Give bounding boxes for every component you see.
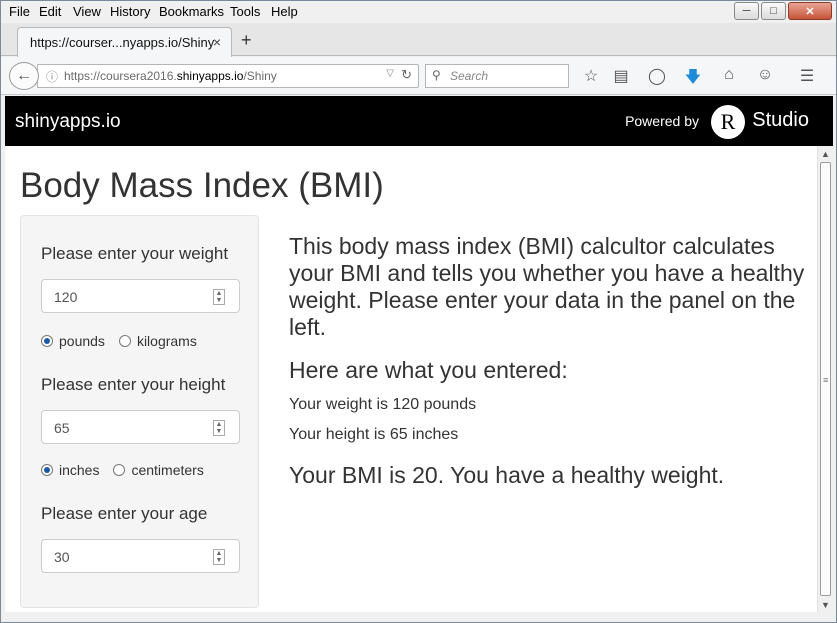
- intro-text: This body mass index (BMI) calcultor cal…: [289, 233, 805, 340]
- radio-label: centimeters: [131, 462, 204, 478]
- menu-edit[interactable]: Edit: [39, 4, 61, 19]
- spin-down-icon[interactable]: ▼: [214, 428, 224, 435]
- tab-close-icon[interactable]: ×: [213, 34, 221, 50]
- url-dropdown-icon[interactable]: ▽: [386, 68, 394, 79]
- menu-file[interactable]: File: [9, 4, 30, 19]
- search-placeholder: Search: [450, 69, 489, 83]
- menu-bar: File Edit View History Bookmarks Tools H…: [1, 1, 836, 23]
- app-header: shinyapps.io Powered by R Studio: [5, 96, 833, 146]
- menu-bookmarks[interactable]: Bookmarks: [159, 4, 224, 19]
- weight-unit-radios: pounds kilograms: [41, 333, 197, 349]
- studio-text: Studio: [752, 109, 809, 131]
- bmi-result: Your BMI is 20. You have a healthy weigh…: [289, 462, 725, 488]
- url-path: /Shiny: [243, 69, 277, 83]
- scroll-thumb[interactable]: ≡: [820, 162, 831, 596]
- age-spinner[interactable]: ▲ ▼: [213, 549, 225, 565]
- tab-title: https://courser...nyapps.io/Shiny: [30, 35, 215, 50]
- result-panel: This body mass index (BMI) calcultor cal…: [289, 233, 819, 489]
- weight-label: Please enter your weight: [41, 244, 229, 263]
- weight-result: Your weight is 120 pounds: [289, 396, 477, 413]
- input-panel: Please enter your weight 120 ▲ ▼ pounds …: [20, 215, 259, 608]
- radio-inches[interactable]: inches: [41, 462, 99, 478]
- maximize-button[interactable]: □: [761, 2, 786, 20]
- url-prefix: https://coursera2016.: [64, 69, 177, 83]
- window-controls: ─ □ ✕: [734, 2, 832, 20]
- radio-centimeters[interactable]: centimeters: [113, 462, 204, 478]
- vertical-scrollbar[interactable]: ▲ ≡ ▼: [817, 146, 833, 612]
- spin-up-icon[interactable]: ▲: [214, 290, 224, 297]
- height-value: 65: [54, 420, 70, 436]
- reading-list-icon[interactable]: ▤: [610, 66, 632, 86]
- scroll-down-icon[interactable]: ▼: [821, 600, 830, 610]
- browser-window: File Edit View History Bookmarks Tools H…: [0, 0, 837, 623]
- scroll-up-icon[interactable]: ▲: [821, 149, 830, 159]
- smiley-icon[interactable]: ☺: [754, 66, 776, 84]
- menu-help[interactable]: Help: [271, 4, 298, 19]
- radio-label: inches: [59, 462, 100, 478]
- url-bar[interactable]: ⓘ https://coursera2016.shinyapps.io/Shin…: [37, 64, 419, 88]
- close-window-button[interactable]: ✕: [788, 2, 832, 20]
- new-tab-button[interactable]: +: [241, 30, 252, 51]
- back-button[interactable]: ←: [9, 62, 39, 90]
- menu-tools[interactable]: Tools: [230, 4, 260, 19]
- height-label: Please enter your height: [41, 375, 226, 394]
- height-result: Your height is 65 inches: [289, 426, 459, 443]
- entered-heading: Here are what you entered:: [289, 357, 568, 383]
- spin-down-icon[interactable]: ▼: [214, 297, 224, 304]
- minimize-button[interactable]: ─: [734, 2, 759, 20]
- tab-shiny[interactable]: https://courser...nyapps.io/Shiny ×: [17, 27, 232, 57]
- weight-input[interactable]: 120 ▲ ▼: [41, 279, 240, 313]
- rstudio-logo-icon[interactable]: R: [711, 105, 745, 139]
- pocket-icon[interactable]: ◯: [646, 66, 668, 86]
- brand-link[interactable]: shinyapps.io: [15, 111, 121, 133]
- radio-label: pounds: [59, 333, 105, 349]
- radio-button[interactable]: [118, 335, 131, 347]
- menu-view[interactable]: View: [73, 4, 101, 19]
- age-value: 30: [54, 549, 70, 565]
- radio-button[interactable]: [41, 464, 53, 476]
- back-arrow-icon: ←: [16, 67, 32, 84]
- bookmark-star-icon[interactable]: ☆: [580, 66, 602, 86]
- scroll-grip-icon: ≡: [823, 375, 829, 385]
- height-input[interactable]: 65 ▲ ▼: [41, 410, 240, 444]
- reload-icon[interactable]: ↻: [401, 67, 412, 83]
- search-icon: ⚲: [432, 68, 441, 82]
- search-input[interactable]: ⚲ Search: [425, 64, 569, 88]
- radio-pounds[interactable]: pounds: [41, 333, 105, 349]
- weight-value: 120: [54, 289, 78, 305]
- info-icon[interactable]: ⓘ: [46, 68, 58, 85]
- weight-spinner[interactable]: ▲ ▼: [213, 289, 225, 305]
- spin-up-icon[interactable]: ▲: [214, 421, 224, 428]
- nav-bar: ⓘ https://coursera2016.shinyapps.io/Shin…: [1, 57, 836, 95]
- spin-up-icon[interactable]: ▲: [214, 550, 224, 557]
- age-input[interactable]: 30 ▲ ▼: [41, 539, 240, 573]
- radio-label: kilograms: [136, 333, 197, 349]
- home-icon[interactable]: ⌂: [718, 66, 740, 84]
- tab-strip: https://courser...nyapps.io/Shiny × +: [1, 23, 836, 57]
- spin-down-icon[interactable]: ▼: [214, 557, 224, 564]
- download-icon[interactable]: 🡇: [682, 66, 704, 93]
- radio-kilograms[interactable]: kilograms: [118, 333, 197, 349]
- menu-history[interactable]: History: [110, 4, 150, 19]
- hamburger-menu-icon[interactable]: ☰: [796, 66, 818, 86]
- radio-button[interactable]: [113, 464, 126, 476]
- height-unit-radios: inches centimeters: [41, 462, 204, 478]
- radio-button[interactable]: [41, 335, 53, 347]
- page-title: Body Mass Index (BMI): [20, 166, 384, 205]
- height-spinner[interactable]: ▲ ▼: [213, 420, 225, 436]
- powered-by-text: Powered by: [625, 113, 699, 129]
- age-label: Please enter your age: [41, 504, 208, 523]
- page-content: shinyapps.io Powered by R Studio Body Ma…: [5, 96, 833, 612]
- url-host: shinyapps.io: [176, 69, 244, 83]
